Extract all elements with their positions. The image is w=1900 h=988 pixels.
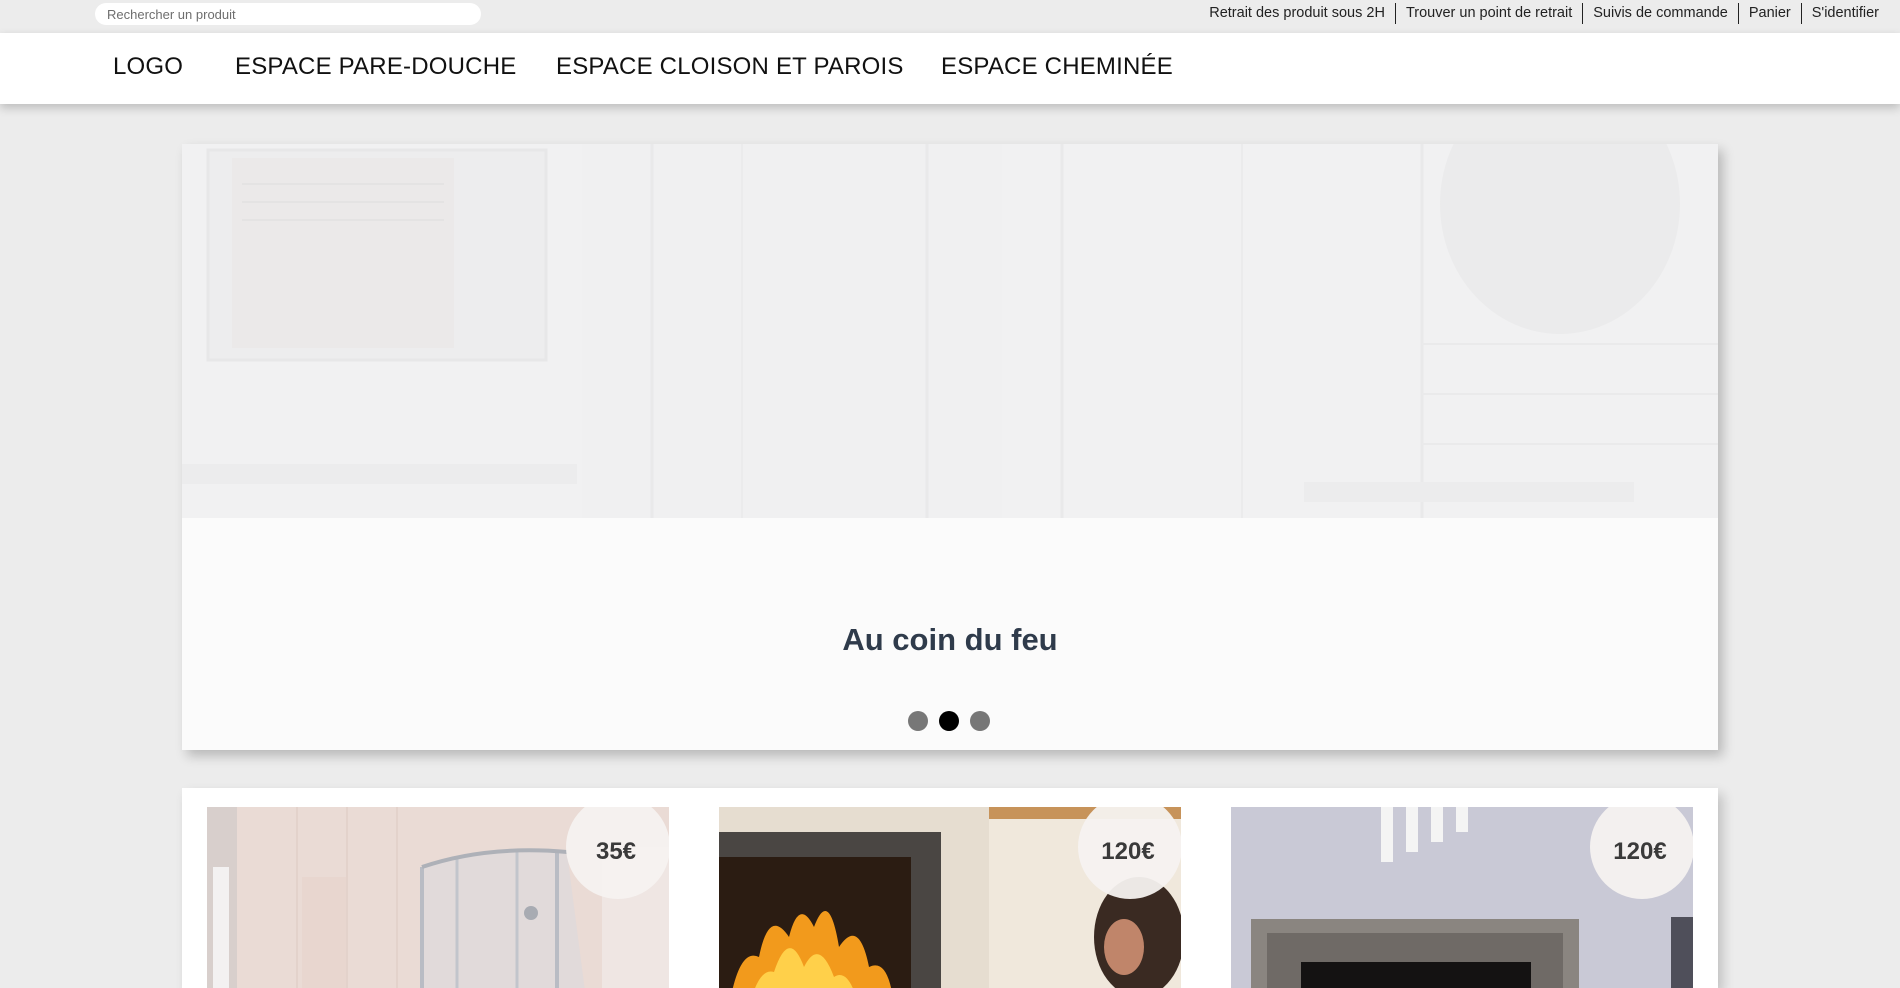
utility-links: Retrait des produit sous 2H Trouver un p… bbox=[1199, 3, 1889, 24]
slider-dots bbox=[908, 711, 990, 731]
hero-title: Au coin du feu bbox=[842, 622, 1058, 657]
product-card-fireplace[interactable]: 120€ bbox=[1231, 807, 1693, 988]
price-label: 35€ bbox=[595, 838, 637, 865]
nav-item-pare-douche[interactable]: ESPACE PARE-DOUCHE bbox=[235, 53, 516, 81]
top-utility-bar: Retrait des produit sous 2H Trouver un p… bbox=[0, 0, 1900, 33]
link-order-tracking[interactable]: Suivis de commande bbox=[1582, 3, 1738, 24]
main-navbar: LOGO ESPACE PARE-DOUCHE ESPACE CLOISON E… bbox=[0, 33, 1900, 104]
link-cart[interactable]: Panier bbox=[1737, 3, 1801, 24]
hero-slider: Au coin du feu bbox=[182, 144, 1718, 750]
slider-dot-3[interactable] bbox=[970, 711, 990, 731]
nav-item-cloison-parois[interactable]: ESPACE CLOISON ET PAROIS bbox=[556, 53, 904, 81]
product-card-shower[interactable]: 35€ bbox=[207, 807, 669, 988]
search-input[interactable] bbox=[95, 3, 481, 25]
link-withdraw-2h[interactable]: Retrait des produit sous 2H bbox=[1199, 3, 1395, 24]
link-sign-in[interactable]: S'identifier bbox=[1800, 3, 1889, 24]
price-label: 120€ bbox=[1613, 838, 1667, 865]
nav-item-cheminee[interactable]: ESPACE CHEMINÉE bbox=[941, 53, 1173, 81]
slider-dot-2[interactable] bbox=[939, 711, 959, 731]
hero-background-image bbox=[182, 144, 1718, 518]
link-find-pickup-point[interactable]: Trouver un point de retrait bbox=[1394, 3, 1582, 24]
product-card-stove[interactable]: 120€ bbox=[719, 807, 1181, 988]
slider-dot-1[interactable] bbox=[908, 711, 928, 731]
price-label: 120€ bbox=[1101, 838, 1155, 865]
logo[interactable]: LOGO bbox=[113, 53, 183, 81]
product-list: 35€ 120€ 120€ bbox=[182, 788, 1718, 988]
